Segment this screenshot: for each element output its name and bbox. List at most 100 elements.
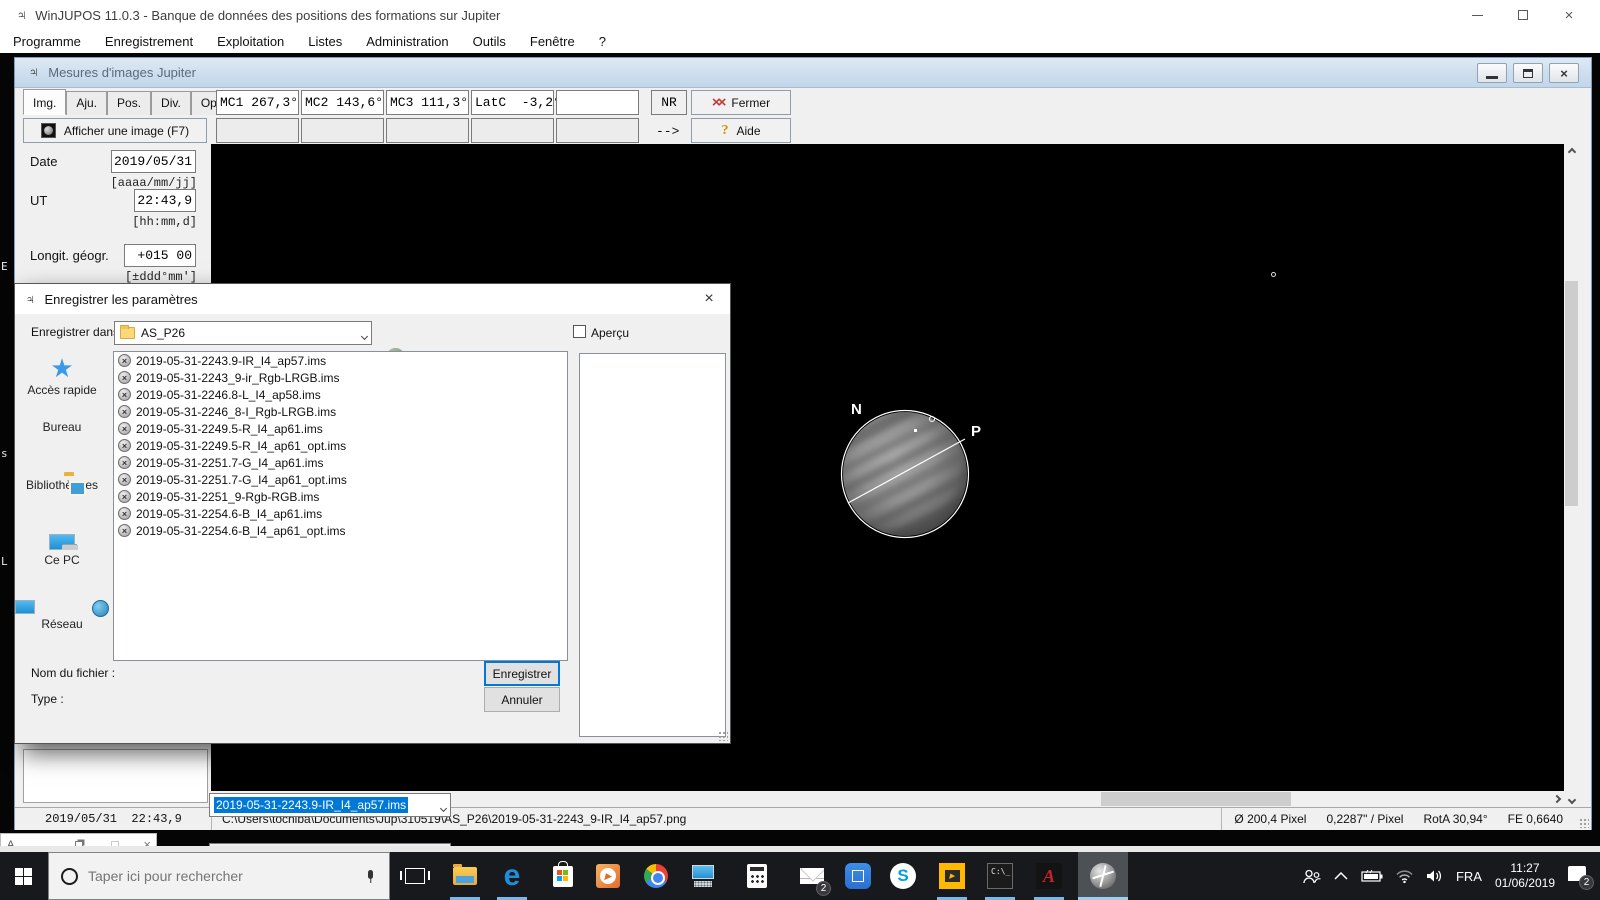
ims-file-icon: × <box>118 473 131 486</box>
taskbar-search[interactable] <box>48 852 390 900</box>
resize-grip[interactable] <box>1579 818 1589 828</box>
file-list-item[interactable]: × 2019-05-31-2246.8-L_I4_ap58.ims <box>114 386 567 403</box>
child-restore-button[interactable] <box>1513 63 1543 83</box>
menu-item[interactable]: Administration <box>366 34 448 49</box>
fermer-button[interactable]: ×× Fermer <box>691 90 791 115</box>
people-icon[interactable] <box>1303 869 1321 884</box>
sidebar-item-libraries[interactable]: Bibliothèques <box>15 475 109 492</box>
close-button[interactable]: × <box>1546 0 1592 30</box>
dialog-titlebar[interactable]: ♃ Enregistrer les paramètres × <box>15 284 730 314</box>
tab[interactable]: Pos. <box>107 91 152 115</box>
skype-button[interactable]: S <box>880 852 926 900</box>
mc-field[interactable]: MC2 143,6° <box>301 90 384 115</box>
mc-field[interactable]: MC3 111,3° <box>386 90 469 115</box>
sidebar-item-this-pc[interactable]: Ce PC <box>15 534 109 567</box>
menu-item[interactable]: Enregistrement <box>105 34 193 49</box>
battery-icon[interactable] <box>1361 870 1383 882</box>
media-player-button[interactable]: ▶ <box>585 852 631 900</box>
menu-item[interactable]: Outils <box>473 34 506 49</box>
chrome-button[interactable] <box>633 852 679 900</box>
file-explorer-button[interactable] <box>442 852 488 900</box>
edge-button[interactable]: e <box>489 852 535 900</box>
video-app-button[interactable]: ▶ <box>929 852 975 900</box>
file-list-item[interactable]: × 2019-05-31-2246_8-I_Rgb-LRGB.ims <box>114 403 567 420</box>
dropdown-arrow-icon[interactable] <box>439 800 448 814</box>
dialog-close-button[interactable]: × <box>692 284 726 314</box>
tab[interactable]: Div. <box>151 91 191 115</box>
remote-desktop-button[interactable] <box>681 852 727 900</box>
menu-item[interactable]: Exploitation <box>217 34 284 49</box>
mc-field-empty[interactable] <box>471 118 554 143</box>
mc-field-empty[interactable] <box>386 118 469 143</box>
folder-select[interactable]: AS_P26 <box>114 321 372 345</box>
mc-field-empty[interactable] <box>301 118 384 143</box>
task-view-button[interactable] <box>392 852 438 900</box>
scroll-down-arrow[interactable] <box>1564 792 1579 807</box>
winjupos-taskbar-button[interactable] <box>1078 852 1128 900</box>
mc-field[interactable]: LatC -3,2° <box>471 90 561 115</box>
menu-item[interactable]: Listes <box>308 34 342 49</box>
file-list-item[interactable]: × 2019-05-31-2249.5-R_I4_ap61.ims <box>114 420 567 437</box>
file-list-item[interactable]: × 2019-05-31-2251.7-G_I4_ap61.ims <box>114 454 567 471</box>
chevron-up-icon[interactable] <box>1334 872 1348 880</box>
file-list-item[interactable]: × 2019-05-31-2251.7-G_I4_ap61_opt.ims <box>114 471 567 488</box>
store-button[interactable] <box>540 852 586 900</box>
menu-item[interactable]: Fenêtre <box>530 34 575 49</box>
maximize-button[interactable] <box>1500 0 1546 30</box>
tab[interactable]: Img. <box>23 89 67 115</box>
terminal-button[interactable]: C:\_ <box>977 852 1023 900</box>
file-list-item[interactable]: × 2019-05-31-2243_9-ir_Rgb-LRGB.ims <box>114 369 567 386</box>
volume-icon[interactable] <box>1426 869 1443 883</box>
show-image-button[interactable]: Afficher une image (F7) <box>23 118 207 143</box>
maximize-icon <box>1518 10 1528 20</box>
tab[interactable]: Aju. <box>66 91 108 115</box>
wifi-icon[interactable] <box>1396 869 1413 883</box>
mail-button[interactable]: 2 <box>789 852 835 900</box>
scroll-up-arrow[interactable] <box>1564 144 1579 159</box>
dialog-resize-grip[interactable] <box>718 731 728 741</box>
taskbar-clock[interactable]: 11:27 01/06/2019 <box>1495 861 1555 891</box>
file-list-item[interactable]: × 2019-05-31-2249.5-R_I4_ap61_opt.ims <box>114 437 567 454</box>
mc-field[interactable] <box>556 90 639 115</box>
notification-center-button[interactable]: 2 <box>1568 866 1594 890</box>
sidebar-item-quick-access[interactable]: ★ Accès rapide <box>15 355 109 397</box>
measure-titlebar[interactable]: ♃ Mesures d'images Jupiter × <box>15 58 1591 88</box>
mc-field[interactable]: MC1 267,3° <box>216 90 299 115</box>
menu-item[interactable]: ? <box>599 34 606 49</box>
cancel-button[interactable]: Annuler <box>484 687 560 712</box>
calculator-button[interactable] <box>734 852 780 900</box>
microphone-icon[interactable] <box>366 869 375 883</box>
child-minimize-button[interactable] <box>1477 63 1507 83</box>
minimize-button[interactable] <box>1454 0 1500 30</box>
sidebar-item-desktop[interactable]: Bureau <box>15 417 109 434</box>
preview-checkbox[interactable] <box>573 325 586 338</box>
nr-box[interactable]: NR <box>651 90 687 115</box>
horizontal-scroll-thumb[interactable] <box>1101 792 1291 806</box>
file-list-item[interactable]: × 2019-05-31-2251_9-Rgb-RGB.ims <box>114 488 567 505</box>
vertical-scroll-thumb[interactable] <box>1565 281 1578 506</box>
mc-field-empty[interactable] <box>216 118 299 143</box>
menu-item[interactable]: Programme <box>13 34 81 49</box>
screen-capture-button[interactable] <box>835 852 881 900</box>
date-input[interactable]: 2019/05/31 <box>111 150 196 173</box>
search-input[interactable] <box>88 868 366 884</box>
vertical-scrollbar[interactable] <box>1564 144 1579 807</box>
file-list-item[interactable]: × 2019-05-31-2243.9-IR_I4_ap57.ims <box>114 352 567 369</box>
language-indicator[interactable]: FRA <box>1456 869 1482 884</box>
scroll-right-arrow[interactable] <box>1549 791 1564 806</box>
start-button[interactable] <box>0 852 46 900</box>
dropdown-arrow-icon[interactable] <box>360 328 369 342</box>
red-app-button[interactable]: A <box>1026 852 1072 900</box>
file-list-item[interactable]: × 2019-05-31-2254.6-B_I4_ap61.ims <box>114 505 567 522</box>
file-list-item[interactable]: × 2019-05-31-2254.6-B_I4_ap61_opt.ims <box>114 522 567 539</box>
file-list[interactable]: × 2019-05-31-2243.9-IR_I4_ap57.ims × 201… <box>113 351 568 661</box>
ut-input[interactable]: 22:43,9 <box>134 189 196 212</box>
save-button[interactable]: Enregistrer <box>484 661 560 686</box>
child-close-button[interactable]: × <box>1549 63 1579 83</box>
mc-field-empty[interactable] <box>556 118 639 143</box>
sidebar-item-network[interactable]: Réseau <box>15 592 109 631</box>
longitude-input[interactable]: +015 00 <box>124 244 196 267</box>
filename-input[interactable]: 2019-05-31-2243.9-IR_I4_ap57.ims <box>209 793 451 817</box>
measure-window-controls: × <box>1477 63 1579 83</box>
aide-button[interactable]: ? Aide <box>691 118 791 143</box>
